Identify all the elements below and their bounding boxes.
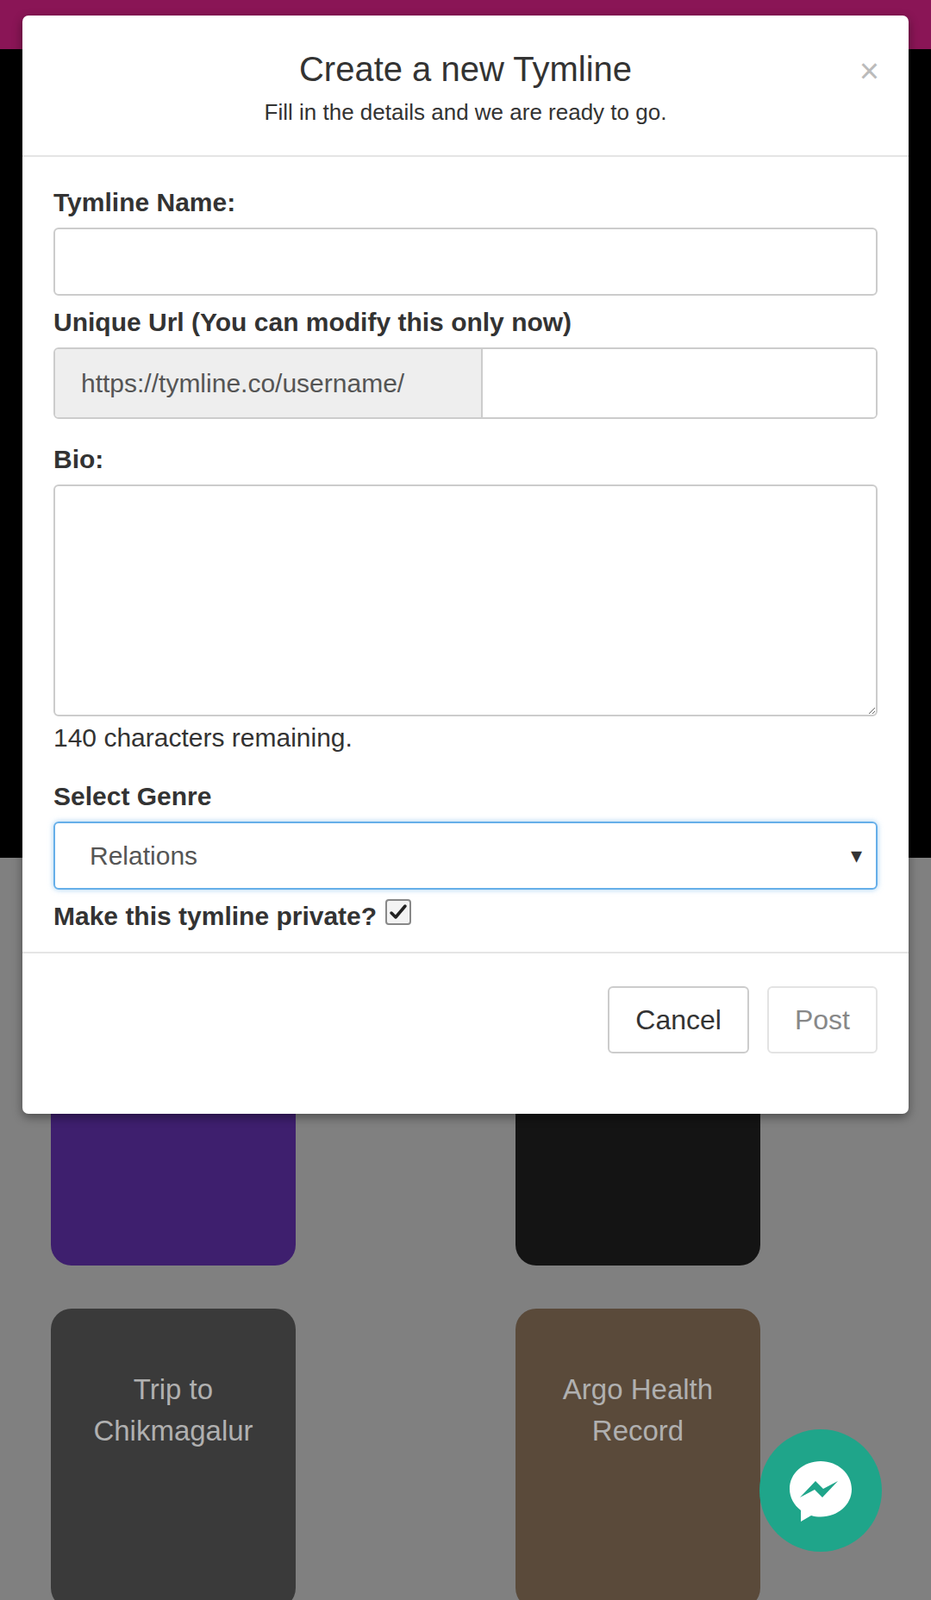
modal-subtitle: Fill in the details and we are ready to … xyxy=(264,99,668,126)
modal-footer: CancelPost xyxy=(22,951,909,1114)
modal-header: Create a new Tymline Fill in the details … xyxy=(22,15,909,157)
check-icon xyxy=(388,902,408,922)
dropdown-arrow-icon: ▾ xyxy=(850,842,863,869)
page: Trip to Chikmagalur Argo Health Record Cre… xyxy=(0,0,931,1600)
tymline-card[interactable]: Trip to Chikmagalur xyxy=(50,1308,296,1600)
card-title: Argo Health Record xyxy=(532,1368,744,1600)
name-label: Tymline Name: xyxy=(53,187,878,218)
bio-textarea[interactable] xyxy=(53,484,878,717)
bio-label: Bio: xyxy=(53,444,878,475)
messenger-button[interactable] xyxy=(759,1429,882,1552)
name-input[interactable] xyxy=(53,227,878,296)
card-title: Trip to Chikmagalur xyxy=(68,1368,279,1600)
url-prefix: https://tymline.co/username/ xyxy=(55,349,483,418)
modal-body: Tymline Name: Unique Url (You can modify … xyxy=(22,156,909,952)
genre-select[interactable]: Relations ▾ xyxy=(53,821,878,890)
modal-title: Create a new Tymline xyxy=(299,49,632,89)
cancel-button[interactable]: Cancel xyxy=(607,986,750,1054)
private-label: Make this tymline private? xyxy=(53,901,377,931)
private-row: Make this tymline private? xyxy=(53,901,878,931)
url-input-group: https://tymline.co/username/ xyxy=(53,347,878,419)
close-button[interactable]: × xyxy=(859,53,880,88)
create-tymline-modal: Create a new Tymline Fill in the details … xyxy=(22,15,909,1114)
post-button[interactable]: Post xyxy=(767,986,878,1054)
url-input[interactable] xyxy=(482,349,876,418)
url-label: Unique Url (You can modify this only now… xyxy=(53,307,878,338)
genre-label: Select Genre xyxy=(53,781,878,812)
tymline-card[interactable]: Argo Health Record xyxy=(515,1308,761,1600)
messenger-icon xyxy=(784,1454,857,1527)
character-counter: 140 characters remaining. xyxy=(53,723,878,753)
genre-value: Relations xyxy=(89,841,198,871)
private-checkbox[interactable] xyxy=(385,899,412,925)
